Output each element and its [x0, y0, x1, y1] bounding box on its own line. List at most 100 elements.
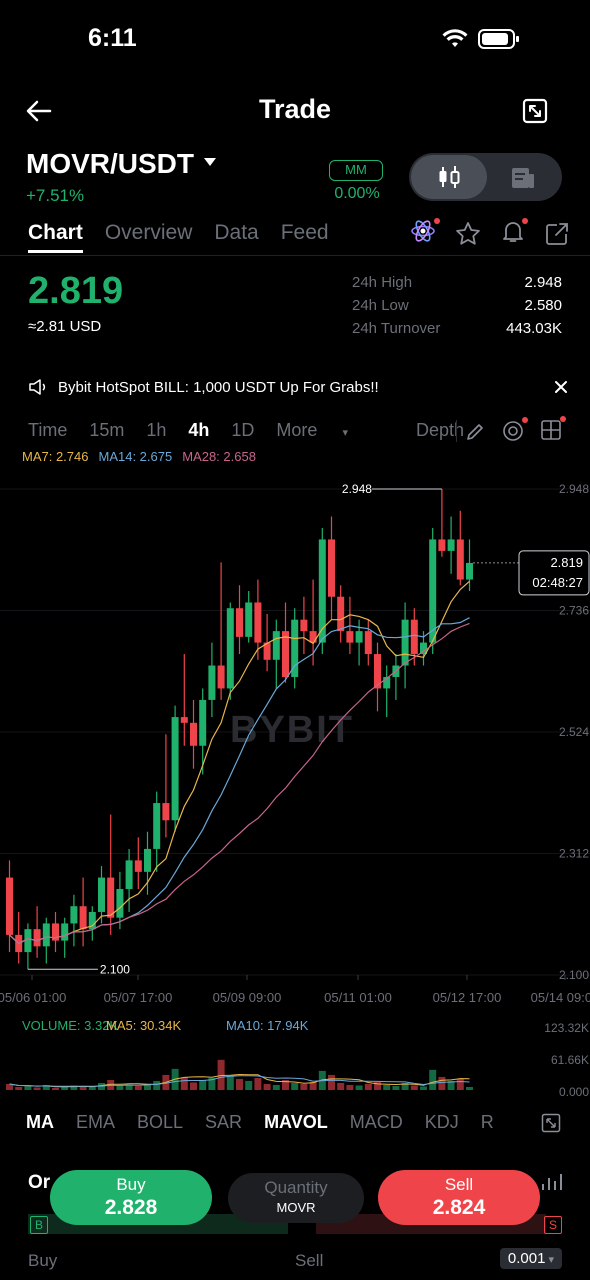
- quantity-field[interactable]: Quantity MOVR: [228, 1173, 364, 1223]
- volume-bar: [254, 1077, 262, 1090]
- candle-body: [125, 860, 133, 890]
- volume-bar: [190, 1082, 197, 1090]
- x-tick-label: 05/07 17:00: [104, 990, 173, 1005]
- tab-feed[interactable]: Feed: [281, 221, 329, 245]
- indicator-more[interactable]: R: [481, 1112, 494, 1133]
- volume-bar: [226, 1075, 234, 1090]
- volume-bar: [383, 1084, 391, 1090]
- candle-body: [116, 889, 124, 918]
- interval-4h[interactable]: 4h: [188, 420, 209, 441]
- volume-tick-label: 123.32K: [544, 1021, 589, 1035]
- caret-down-icon: ▾: [545, 1254, 554, 1266]
- quantity-label: Quantity: [264, 1178, 328, 1197]
- candle-body: [438, 539, 446, 551]
- ai-assistant-button[interactable]: [410, 218, 440, 249]
- mm-badge[interactable]: MM: [329, 160, 383, 181]
- x-tick-label: 05/14 09:00: [531, 990, 590, 1005]
- divider: [0, 255, 590, 256]
- close-icon[interactable]: [554, 380, 568, 394]
- indicator-settings-button[interactable]: [501, 417, 528, 448]
- indicator-ema[interactable]: EMA: [76, 1112, 115, 1133]
- volume-bar: [79, 1086, 87, 1090]
- volume-bar: [456, 1078, 464, 1090]
- pencil-icon[interactable]: [464, 421, 486, 443]
- caret-down-icon: [204, 157, 216, 166]
- candle-body: [337, 596, 345, 632]
- candle-body: [364, 631, 372, 655]
- volume-bar: [61, 1086, 69, 1090]
- ma-legend: MA7: 2.746 MA14: 2.675 MA28: 2.658: [22, 449, 256, 464]
- expand-indicator-icon[interactable]: [541, 1113, 561, 1133]
- stat-value: 443.03K: [506, 320, 562, 337]
- interval-15m[interactable]: 15m: [89, 420, 124, 441]
- indicator-boll[interactable]: BOLL: [137, 1112, 183, 1133]
- interval-more[interactable]: More ▾: [276, 420, 370, 441]
- last-price: 2.819: [28, 270, 124, 312]
- ma28-line: [9, 622, 470, 945]
- volume-bar: [355, 1085, 363, 1090]
- buy-badge: B: [30, 1216, 48, 1234]
- volume-tick-label: 0.000: [559, 1085, 589, 1099]
- caret-down-icon: ▾: [339, 427, 349, 439]
- orderbook-view-icon[interactable]: [510, 166, 536, 190]
- interval-1h[interactable]: 1h: [146, 420, 166, 441]
- sell-button[interactable]: Sell 2.824: [378, 1170, 540, 1225]
- volume-bar: [153, 1080, 161, 1090]
- stat-label: 24h Low: [352, 297, 409, 314]
- status-time: 6:11: [88, 24, 137, 52]
- indicator-sar[interactable]: SAR: [205, 1112, 242, 1133]
- buy-button[interactable]: Buy 2.828: [50, 1170, 212, 1225]
- orderbook-tab[interactable]: Or: [28, 1172, 50, 1194]
- stat-value: 2.580: [524, 297, 562, 314]
- price-usd: ≈2.81 USD: [28, 318, 102, 335]
- y-tick-label: 2.100: [559, 968, 589, 982]
- candle-body: [456, 539, 464, 580]
- candle-body: [171, 717, 179, 821]
- tab-overview[interactable]: Overview: [105, 221, 193, 245]
- star-icon[interactable]: [454, 220, 482, 248]
- pair-selector[interactable]: MOVR/USDT: [26, 148, 216, 180]
- x-tick-label: 05/12 17:00: [433, 990, 502, 1005]
- size-selector[interactable]: 0.001 ▾: [499, 1248, 562, 1269]
- battery-icon: [478, 29, 519, 49]
- chart-bars-icon[interactable]: [540, 1172, 564, 1192]
- announcement-banner[interactable]: Bybit HotSpot BILL: 1,000 USDT Up For Gr…: [28, 378, 568, 396]
- candle-body: [162, 803, 170, 821]
- volume-bar: [116, 1085, 124, 1090]
- sell-price: 2.824: [432, 1196, 486, 1219]
- share-icon[interactable]: [544, 221, 570, 247]
- volume-bar: [466, 1086, 473, 1090]
- tab-chart[interactable]: Chart: [28, 221, 83, 253]
- layout-button[interactable]: [540, 416, 566, 446]
- y-tick-label: 2.524: [559, 725, 589, 739]
- volume-bar: [337, 1082, 345, 1090]
- interval-1d[interactable]: 1D: [231, 420, 254, 441]
- volume-bar: [15, 1086, 23, 1090]
- notification-dot: [434, 218, 440, 224]
- indicator-tabs: MA EMA BOLL SAR MAVOL MACD KDJ R: [26, 1112, 494, 1133]
- stats-panel: 24h High 2.948 24h Low 2.580 24h Turnover 4…: [352, 274, 562, 343]
- candle-body: [208, 665, 216, 700]
- indicator-mavol[interactable]: MAVOL: [264, 1112, 328, 1133]
- page-title: Trade: [258, 94, 332, 124]
- price-chart[interactable]: 2.948 2.736 2.524 2.312 2.100 BYBIT 2.948 2.100…: [0, 470, 590, 1100]
- x-tick-label: 05/06 01:00: [0, 990, 66, 1005]
- price-alert-button[interactable]: [500, 218, 528, 249]
- candle-body: [6, 877, 13, 935]
- candle-body: [401, 619, 409, 666]
- indicator-ma[interactable]: MA: [26, 1112, 54, 1133]
- candle-body: [300, 619, 308, 632]
- candle-body: [346, 631, 354, 643]
- ma7-label: MA7: 2.746: [22, 449, 89, 464]
- fullscreen-icon[interactable]: [522, 98, 548, 124]
- candle-body: [309, 631, 317, 643]
- chart-view-button[interactable]: [411, 155, 487, 199]
- tab-data[interactable]: Data: [214, 221, 258, 245]
- interval-time[interactable]: Time: [28, 420, 67, 441]
- indicator-macd[interactable]: MACD: [350, 1112, 403, 1133]
- banner-text: Bybit HotSpot BILL: 1,000 USDT Up For Gr…: [58, 378, 379, 396]
- candle-body: [153, 803, 161, 849]
- y-tick-label: 2.948: [559, 482, 589, 496]
- orderbook-buy-header: Buy: [28, 1251, 58, 1270]
- indicator-kdj[interactable]: KDJ: [425, 1112, 459, 1133]
